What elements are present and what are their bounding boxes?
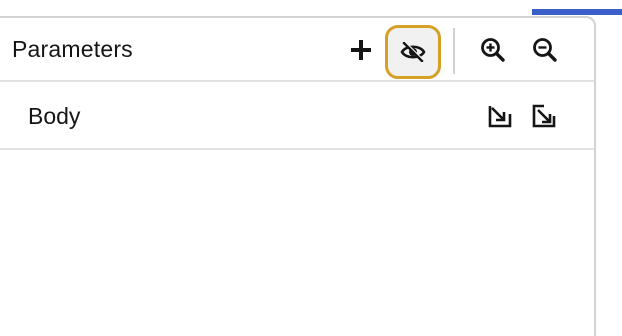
plus-icon (349, 38, 373, 62)
collapse-diagonal-icon (531, 103, 557, 129)
row-label: Body (28, 103, 81, 129)
zoom-out-button[interactable] (525, 30, 565, 70)
zoom-out-icon (532, 37, 558, 63)
hide-button[interactable] (385, 25, 441, 79)
accent-bar (532, 9, 622, 15)
toolbar-divider (453, 28, 455, 74)
add-parameter-button[interactable] (341, 30, 381, 70)
eye-slash-icon (400, 42, 426, 62)
move-to-corner-button[interactable] (482, 98, 518, 134)
zoom-in-icon (480, 37, 506, 63)
zoom-in-button[interactable] (473, 30, 513, 70)
panel-title: Parameters (12, 36, 133, 62)
list-item[interactable]: Body (0, 84, 594, 150)
parameters-panel: Parameters Body (0, 16, 596, 336)
collapse-button[interactable] (526, 98, 562, 134)
arrow-down-right-icon (487, 103, 513, 129)
panel-header: Parameters (0, 18, 594, 82)
